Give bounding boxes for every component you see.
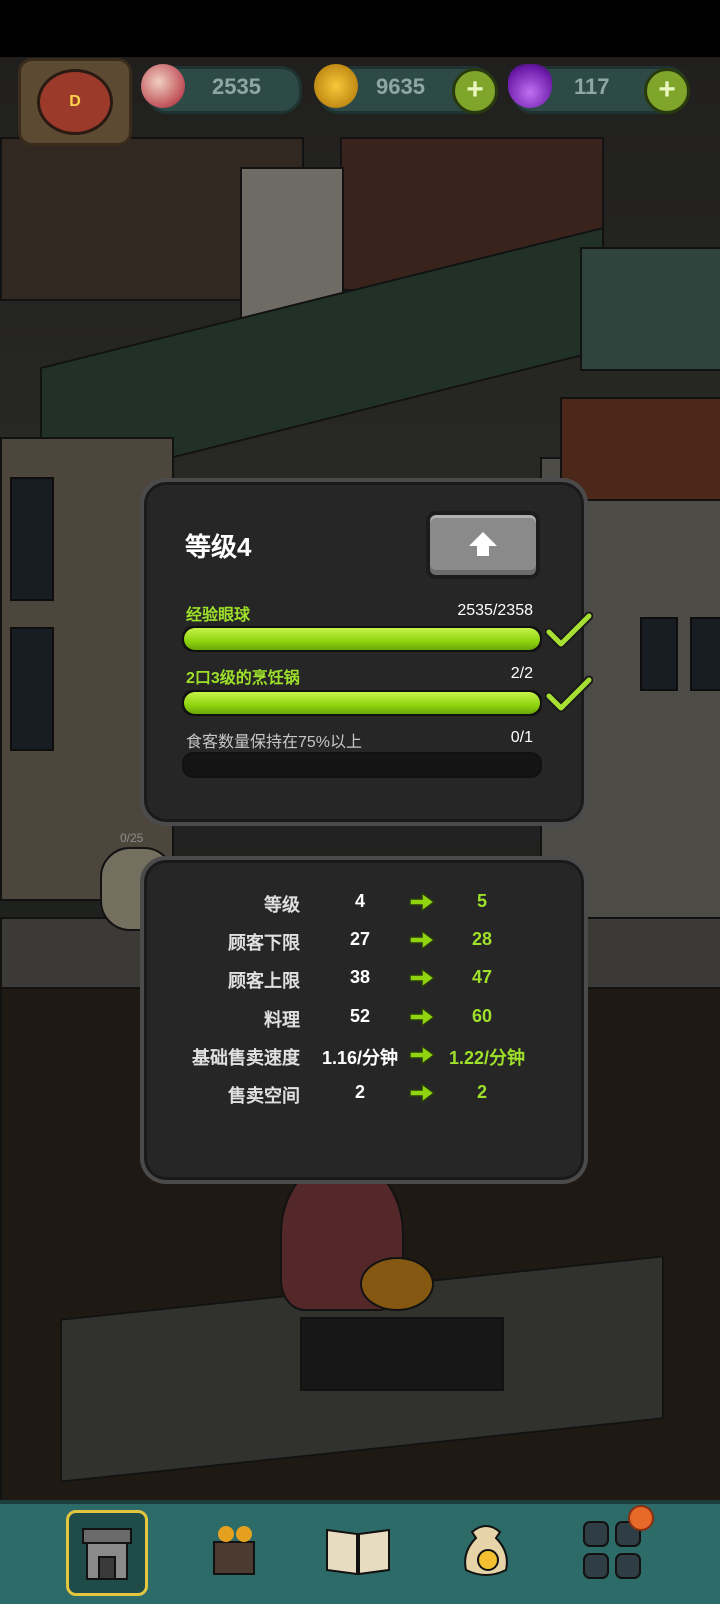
stat-current: 4: [354, 891, 365, 911]
stat-name: 售卖空间: [228, 1086, 300, 1106]
stat-current: 2: [354, 1082, 365, 1102]
stat-current: 52: [349, 1006, 371, 1026]
progress-fill: [184, 692, 540, 714]
recipe-tab[interactable]: [320, 1510, 396, 1590]
add-potions-button[interactable]: +: [644, 68, 690, 114]
stat-name: 基础售卖速度: [192, 1048, 300, 1068]
player-avatar[interactable]: D: [18, 58, 132, 146]
requirement-label: 经验眼球: [186, 607, 251, 624]
stat-next: 60: [471, 1006, 493, 1026]
stat-name: 顾客下限: [228, 933, 300, 953]
restaurant-tab[interactable]: [66, 1510, 148, 1596]
recipe-book-icon: [326, 1528, 390, 1576]
kitchen-tab[interactable]: [196, 1510, 272, 1590]
stat-next: 28: [471, 929, 493, 949]
coin-icon: [314, 64, 358, 108]
stat-next: 1.22/分钟: [448, 1048, 526, 1068]
eyeball-value: 2535: [212, 74, 261, 99]
requirement-progress-bar: [182, 690, 542, 716]
requirement-count: 2/2: [510, 665, 533, 682]
requirement-progress-bar: [182, 752, 542, 778]
shop-tab[interactable]: [448, 1510, 524, 1590]
requirement-count: 0/1: [510, 729, 533, 746]
stat-name: 料理: [264, 1010, 300, 1030]
coin-value: 9635: [376, 74, 425, 99]
monster-face-icon: D: [37, 69, 113, 135]
stat-next: 47: [471, 967, 493, 987]
checkmark-icon: [545, 675, 593, 713]
stat-name: 顾客上限: [228, 971, 300, 991]
level-title: 等级4: [185, 532, 252, 562]
progress-fill: [184, 628, 540, 650]
requirement-label: 食客数量保持在75%以上: [186, 734, 363, 751]
stat-current: 27: [349, 929, 371, 949]
checkmark-icon: [545, 611, 593, 649]
stat-current: 1.16/分钟: [321, 1048, 399, 1068]
upgrade-button[interactable]: [426, 511, 540, 579]
potion-icon: [508, 64, 552, 108]
arrow-up-icon: [469, 532, 497, 556]
kitchen-icon: [213, 1526, 255, 1575]
stat-next: 2: [476, 1082, 487, 1102]
requirement-count: 2535/2358: [457, 602, 533, 619]
modal-overlay[interactable]: [0, 57, 720, 1600]
restaurant-icon: [82, 1528, 132, 1580]
eyeball-icon: [141, 64, 185, 108]
stat-name: 等级: [264, 895, 300, 915]
requirement-label: 2口3级的烹饪锅: [186, 670, 300, 687]
stat-current: 38: [349, 967, 371, 987]
coin-bag-icon: [464, 1525, 508, 1576]
requirement-progress-bar: [182, 626, 542, 652]
stat-next: 5: [476, 891, 487, 911]
status-bar: [0, 0, 720, 57]
potion-value: 117: [574, 74, 610, 99]
add-coins-button[interactable]: +: [452, 68, 498, 114]
notification-badge: [628, 1505, 654, 1531]
